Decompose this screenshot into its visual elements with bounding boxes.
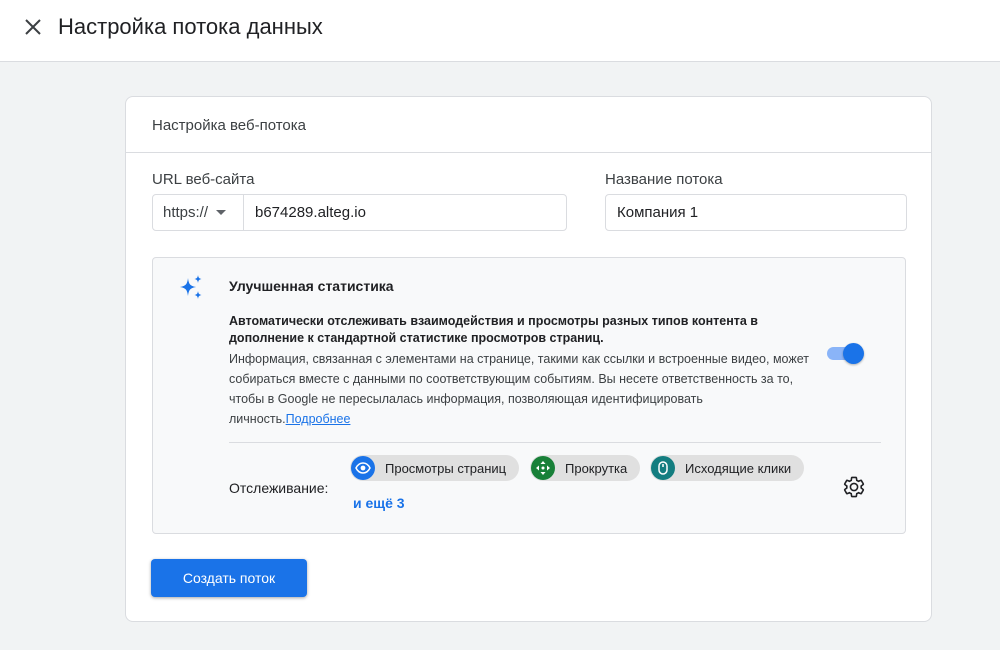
chip-page-views[interactable]: Просмотры страниц — [350, 455, 520, 481]
gear-icon — [843, 476, 865, 498]
url-label: URL веб-сайта — [152, 171, 255, 188]
card-header: Настройка веб-потока — [126, 97, 931, 153]
create-stream-button[interactable]: Создать поток — [151, 559, 307, 597]
close-button[interactable] — [20, 14, 46, 40]
more-events-link[interactable]: и ещё 3 — [353, 495, 405, 511]
chip-label: Исходящие клики — [685, 460, 792, 476]
mouse-icon — [651, 456, 675, 480]
description-bold: Автоматически отслеживать взаимодействия… — [229, 314, 758, 345]
stream-name-label: Название потока — [605, 171, 723, 188]
web-stream-card: Настройка веб-потока URL веб-сайта https… — [125, 96, 932, 622]
enhanced-measurement-panel: Улучшенная статистика Автоматически отсл… — [152, 257, 906, 534]
dropdown-caret-icon — [216, 210, 227, 215]
website-url-input[interactable]: b674289.alteg.io — [244, 195, 566, 230]
top-bar: Настройка потока данных — [0, 0, 1000, 62]
chip-label: Просмотры страниц — [385, 460, 507, 476]
chip-label: Прокрутка — [565, 460, 628, 476]
card-title: Настройка веб-потока — [152, 117, 306, 134]
learn-more-link[interactable]: Подробнее — [286, 412, 351, 426]
url-field-group: https:// b674289.alteg.io — [152, 194, 567, 231]
enhanced-measurement-description: Автоматически отслеживать взаимодействия… — [229, 313, 809, 429]
close-icon — [25, 19, 41, 35]
sparkle-icon — [180, 275, 202, 299]
settings-button[interactable] — [842, 475, 866, 499]
scroll-arrows-icon — [531, 456, 555, 480]
stream-name-input[interactable]: Компания 1 — [605, 194, 907, 231]
enhanced-measurement-toggle[interactable] — [825, 343, 865, 364]
toggle-knob — [843, 343, 864, 364]
protocol-value: https:// — [163, 204, 209, 221]
enhanced-measurement-title: Улучшенная статистика — [229, 278, 394, 294]
chip-outbound-clicks[interactable]: Исходящие клики — [650, 455, 805, 481]
page-title: Настройка потока данных — [58, 14, 323, 39]
tracking-label: Отслеживание: — [229, 480, 329, 496]
eye-icon — [351, 456, 375, 480]
protocol-select[interactable]: https:// — [153, 195, 244, 230]
divider — [229, 442, 881, 443]
chip-scroll[interactable]: Прокрутка — [530, 455, 641, 481]
